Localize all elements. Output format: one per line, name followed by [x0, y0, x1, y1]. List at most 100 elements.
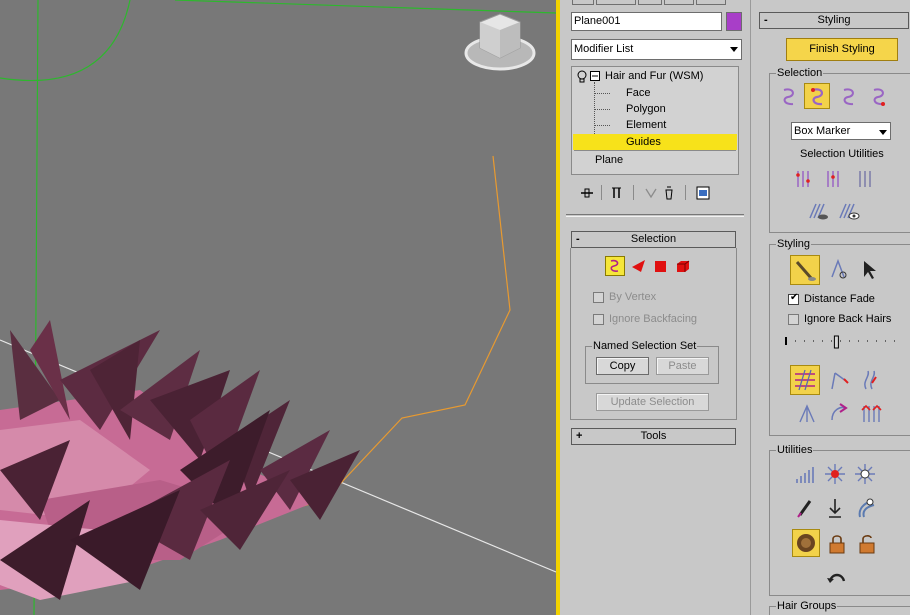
paste-button[interactable]: Paste — [656, 357, 709, 375]
show-hidden-icon[interactable] — [836, 198, 862, 224]
lightbulb-icon[interactable] — [575, 70, 589, 84]
scale-icon[interactable] — [858, 400, 884, 426]
copy-button[interactable]: Copy — [596, 357, 649, 375]
recomb-icon[interactable] — [822, 495, 848, 521]
perspective-viewport[interactable] — [0, 0, 556, 615]
by-vertex-checkbox[interactable] — [593, 292, 604, 303]
select-hair-by-ends-icon[interactable] — [776, 84, 802, 110]
modifier-list-dropdown[interactable]: Modifier List — [571, 39, 742, 60]
utilities-group: Utilities — [769, 444, 910, 596]
object-color-swatch[interactable] — [726, 12, 742, 31]
named-selection-set-label: Named Selection Set — [592, 340, 698, 352]
divider — [685, 185, 686, 200]
reset-rest-icon[interactable] — [852, 495, 878, 521]
rotate-icon[interactable] — [826, 400, 852, 426]
toggle-collisions-icon[interactable] — [792, 495, 818, 521]
translate-button[interactable] — [790, 365, 820, 395]
tree-line — [594, 82, 595, 142]
command-panel-tabs — [566, 0, 746, 6]
lock-icon[interactable] — [824, 531, 850, 557]
styling-selection-group: Selection Box Marker Selection Utilities — [769, 67, 910, 233]
ignore-backfacing-label: Ignore Backfacing — [609, 313, 698, 325]
stack-subobject-face[interactable]: Face — [626, 85, 650, 101]
tab-modify[interactable] — [572, 0, 594, 5]
show-end-result-icon[interactable] — [609, 185, 625, 201]
tab-hierarchy[interactable] — [596, 0, 636, 5]
expand-selection-icon[interactable] — [852, 166, 878, 192]
stack-item-hair-and-fur[interactable]: Hair and Fur (WSM) — [605, 68, 703, 84]
tab-utilities[interactable] — [696, 0, 726, 5]
remove-modifier-icon[interactable] — [661, 185, 677, 201]
viewcube[interactable] — [464, 13, 536, 71]
app-window: Plane001 Modifier List Hair and Fur (WSM… — [0, 0, 910, 615]
tab-motion[interactable] — [638, 0, 662, 5]
invert-selection-icon[interactable] — [792, 166, 818, 192]
stack-toolbar — [571, 181, 742, 203]
finish-styling-button[interactable]: Finish Styling — [786, 38, 898, 61]
brush-size-slider[interactable] — [784, 333, 902, 349]
stand-icon[interactable] — [826, 367, 852, 393]
select-whole-guide-icon — [811, 88, 823, 106]
ignore-back-hairs-label: Ignore Back Hairs — [804, 313, 892, 325]
configure-modifier-sets-icon[interactable] — [695, 185, 711, 201]
tools-rollout-header[interactable]: + Tools — [571, 428, 736, 445]
divider — [633, 185, 634, 200]
hair-ball-icon — [797, 534, 815, 552]
update-selection-button[interactable]: Update Selection — [596, 393, 709, 411]
command-panel: Plane001 Modifier List Hair and Fur (WSM… — [560, 0, 750, 615]
selection-rollout-title: Selection — [630, 233, 677, 245]
by-vertex-label: By Vertex — [609, 291, 657, 303]
guides-icon — [610, 259, 619, 272]
tree-branch — [594, 125, 610, 126]
puff-roots-icon[interactable] — [858, 367, 884, 393]
stack-subobject-polygon[interactable]: Polygon — [626, 101, 666, 117]
element-icon[interactable] — [673, 256, 693, 276]
pin-stack-icon[interactable] — [579, 185, 595, 201]
attenuate-icon[interactable] — [792, 461, 818, 487]
undo-icon[interactable] — [824, 565, 850, 591]
styling-rollout-header[interactable]: - Styling — [759, 12, 909, 29]
guides-subobject-button[interactable] — [605, 256, 625, 276]
panel-divider — [566, 214, 744, 217]
marker-dropdown[interactable]: Box Marker — [791, 122, 891, 140]
tab-display[interactable] — [664, 0, 694, 5]
toggle-hair-button[interactable] — [792, 529, 820, 557]
clump-icon[interactable] — [794, 400, 820, 426]
selection-rollout-body: By Vertex Ignore Backfacing Named Select… — [570, 248, 737, 420]
hide-selected-icon[interactable] — [806, 198, 832, 224]
select-whole-guide-button[interactable] — [804, 83, 830, 109]
viewport-scene — [0, 0, 556, 615]
selection-utilities-label: Selection Utilities — [800, 148, 884, 160]
divider — [601, 185, 602, 200]
object-name-field[interactable]: Plane001 — [571, 12, 722, 31]
polygon-icon[interactable] — [651, 256, 671, 276]
hair-mesh — [0, 320, 360, 600]
distance-fade-checkbox[interactable] — [788, 292, 799, 305]
styling-group-label: Styling — [776, 238, 812, 250]
collapse-icon[interactable] — [590, 71, 600, 81]
hair-brush-button[interactable] — [790, 255, 820, 285]
pop-zero-sized-icon[interactable] — [852, 461, 878, 487]
styling-panel: - Styling Finish Styling Selection Box M… — [750, 0, 910, 615]
slider-thumb[interactable] — [833, 335, 839, 349]
tree-branch — [594, 109, 610, 110]
unlock-icon[interactable] — [854, 531, 880, 557]
select-guide-vertices-icon[interactable] — [836, 84, 862, 110]
rotate-selection-icon[interactable] — [822, 166, 848, 192]
tree-branch — [594, 93, 610, 94]
stack-subobject-guides[interactable]: Guides — [573, 134, 737, 150]
hair-cut-icon[interactable] — [826, 257, 852, 283]
ignore-back-hairs-checkbox[interactable] — [788, 314, 799, 325]
select-guide-by-root-icon[interactable] — [866, 84, 892, 110]
selection-rollout-header[interactable]: - Selection — [571, 231, 736, 248]
named-selection-set-group: Named Selection Set Copy Paste — [585, 340, 719, 384]
ignore-backfacing-checkbox[interactable] — [593, 314, 604, 325]
make-unique-icon[interactable] — [643, 185, 659, 201]
gizmo-top-line — [174, 0, 556, 14]
stack-item-plane[interactable]: Plane — [595, 152, 623, 168]
stack-subobject-element[interactable]: Element — [626, 117, 666, 133]
distance-fade-label: Distance Fade — [804, 293, 875, 305]
face-icon[interactable] — [629, 256, 649, 276]
pop-selected-icon[interactable] — [822, 461, 848, 487]
select-arrow-icon[interactable] — [858, 257, 884, 283]
